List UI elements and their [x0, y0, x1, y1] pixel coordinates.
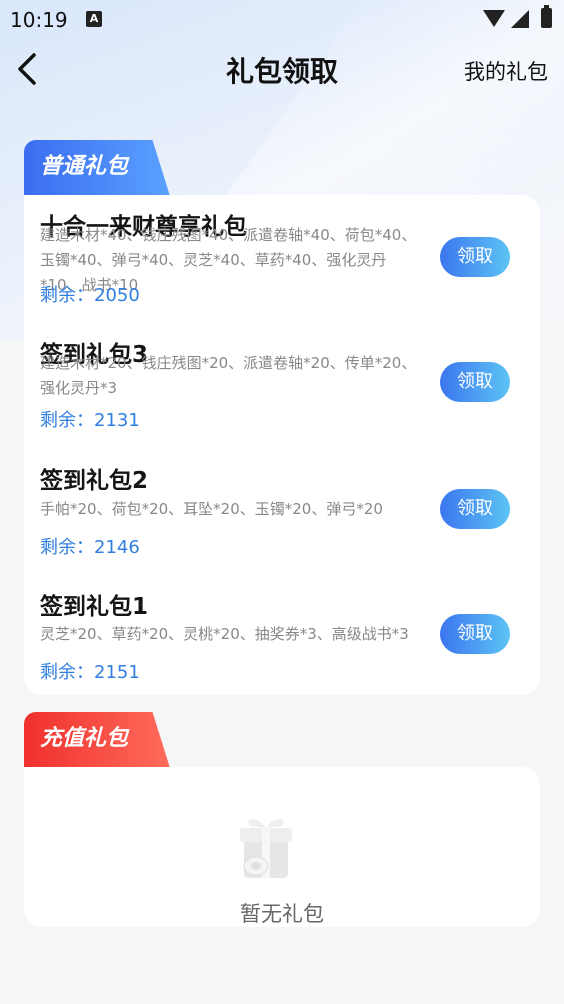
- claim-button[interactable]: 领取: [440, 362, 510, 402]
- gift-item: 签到礼包1 灵芝*20、草药*20、灵桃*20、抽奖券*3、高级战书*3 剩余：…: [40, 575, 530, 700]
- signal-icon: [511, 10, 529, 28]
- wifi-icon: [483, 10, 505, 27]
- gift-remaining: 剩余：2050: [40, 281, 140, 307]
- gift-name: 签到礼包1: [40, 594, 149, 620]
- back-button[interactable]: [12, 50, 42, 88]
- remaining-count: 2146: [94, 537, 140, 558]
- gift-item: 签到礼包2 手帕*20、荷包*20、耳坠*20、玉镯*20、弹弓*20 剩余：2…: [40, 449, 530, 574]
- gift-item: 签到礼包3 建造木材*20、钱庄残图*20、派遣卷轴*20、传单*20、强化灵丹…: [40, 323, 530, 448]
- gift-box-icon: [216, 810, 316, 890]
- claim-button[interactable]: 领取: [440, 489, 510, 529]
- gift-remaining: 剩余：2131: [40, 406, 140, 432]
- remaining-count: 2131: [94, 410, 140, 431]
- remaining-label: 剩余：: [40, 410, 94, 431]
- remaining-label: 剩余：: [40, 537, 94, 558]
- empty-state-text: 暂无礼包: [240, 902, 324, 926]
- gift-remaining: 剩余：2151: [40, 658, 140, 684]
- claim-button[interactable]: 领取: [440, 614, 510, 654]
- remaining-count: 2151: [94, 662, 140, 683]
- notification-icon: A: [86, 11, 102, 27]
- gift-name: 签到礼包2: [40, 468, 149, 494]
- gift-remaining: 剩余：2146: [40, 533, 140, 559]
- tab-normal-gifts: 普通礼包: [24, 140, 170, 196]
- header: 礼包领取 我的礼包: [0, 40, 564, 98]
- remaining-label: 剩余：: [40, 662, 94, 683]
- chevron-left-icon: [18, 53, 36, 85]
- status-time: 10:19: [10, 8, 68, 32]
- remaining-count: 2050: [94, 285, 140, 306]
- gift-item: 十合一来财尊享礼包 建造木材*40、钱庄残图*40、派遣卷轴*40、荷包*40、…: [40, 195, 530, 320]
- remaining-label: 剩余：: [40, 285, 94, 306]
- battery-icon: [541, 5, 552, 28]
- status-bar: 10:19 A: [0, 0, 564, 38]
- my-gifts-link[interactable]: 我的礼包: [464, 56, 548, 86]
- tab-recharge-gifts: 充值礼包: [24, 712, 170, 768]
- normal-gifts-card: 十合一来财尊享礼包 建造木材*40、钱庄残图*40、派遣卷轴*40、荷包*40、…: [24, 195, 540, 695]
- claim-button[interactable]: 领取: [440, 237, 510, 277]
- gift-contents: 手帕*20、荷包*20、耳坠*20、玉镯*20、弹弓*20: [40, 500, 383, 518]
- gift-contents: 建造木材*20、钱庄残图*20、派遣卷轴*20、传单*20、强化灵丹*3: [40, 354, 417, 397]
- gift-contents: 灵芝*20、草药*20、灵桃*20、抽奖券*3、高级战书*3: [40, 625, 409, 643]
